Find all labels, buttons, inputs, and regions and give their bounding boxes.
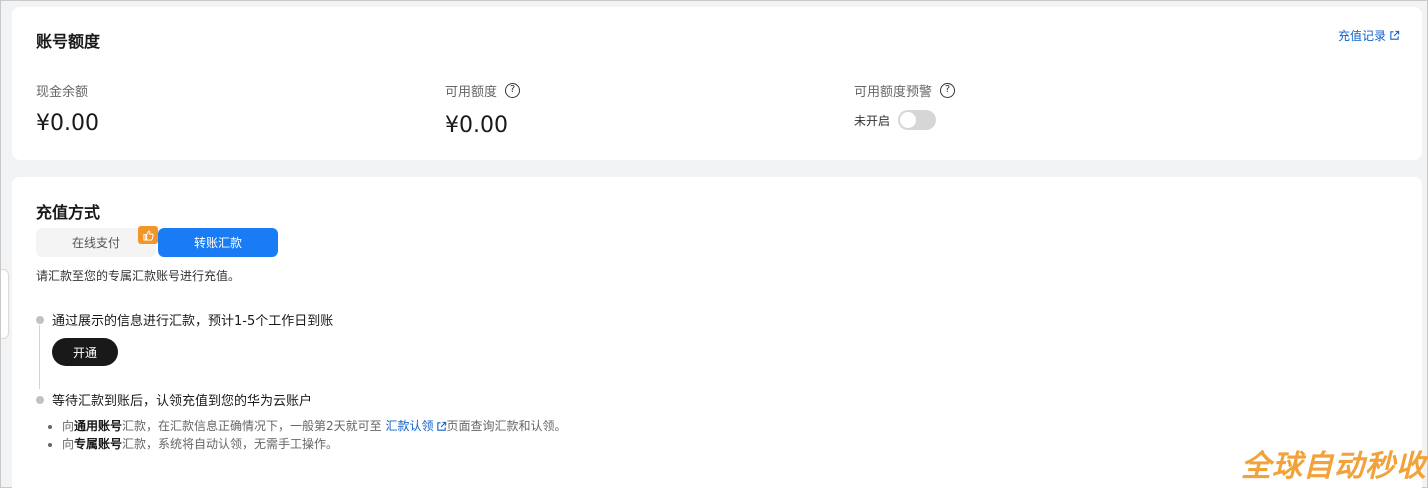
quota-alert-toggle[interactable] bbox=[898, 110, 937, 130]
quota-alert-label: 可用额度预警 bbox=[854, 85, 933, 100]
available-quota-value: ¥0.00 bbox=[445, 113, 508, 138]
tab-label: 在线支付 bbox=[71, 236, 120, 250]
open-button[interactable]: 开通 bbox=[52, 338, 118, 366]
step-transfer: 通过展示的信息进行汇款，预计1-5个工作日到账 bbox=[36, 310, 333, 329]
tab-label: 转账汇款 bbox=[193, 236, 242, 250]
recharge-method-card: 充值方式 在线支付 转账汇款 请汇款至您的专属汇款账号进行充值。 通过展示的信息… bbox=[12, 177, 1422, 488]
external-link-icon bbox=[1390, 30, 1400, 40]
remittance-claim-link[interactable]: 汇款认领 bbox=[385, 419, 446, 433]
cash-balance-value: ¥0.00 bbox=[36, 111, 99, 136]
tab-bank-transfer[interactable]: 转账汇款 bbox=[158, 228, 278, 257]
step-connector bbox=[39, 325, 40, 389]
quota-alert-metric: 可用额度预警 ? 未开启 bbox=[854, 81, 956, 130]
external-link-icon bbox=[436, 421, 446, 431]
side-drawer-handle[interactable] bbox=[1, 269, 9, 339]
recharge-history-link[interactable]: 充值记录 bbox=[1338, 27, 1400, 44]
general-account-label: 通用账号 bbox=[74, 419, 123, 433]
help-icon[interactable]: ? bbox=[940, 83, 956, 98]
cash-balance-metric: 现金余额 ¥0.00 bbox=[36, 81, 99, 136]
recharge-history-label: 充值记录 bbox=[1337, 29, 1386, 43]
tab-online-payment[interactable]: 在线支付 bbox=[36, 226, 158, 257]
step-text: 通过展示的信息进行汇款，预计1-5个工作日到账 bbox=[52, 314, 334, 329]
step-claim: 等待汇款到账后，认领充值到您的华为云账户 bbox=[36, 390, 312, 409]
quota-alert-status: 未开启 bbox=[854, 113, 891, 128]
card-title: 充值方式 bbox=[36, 203, 101, 222]
step-dot bbox=[36, 395, 44, 404]
dedicated-account-label: 专属账号 bbox=[74, 437, 123, 451]
transfer-hint: 请汇款至您的专属汇款账号进行充值。 bbox=[36, 269, 241, 283]
transfer-notes: 向通用账号汇款，在汇款信息正确情况下，一般第2天就可至 汇款认领页面查询汇款和认… bbox=[62, 419, 567, 455]
help-icon[interactable]: ? bbox=[505, 83, 521, 98]
list-item: 向专属账号汇款，系统将自动认领，无需手工操作。 bbox=[62, 437, 567, 451]
account-quota-card: 账号额度 充值记录 现金余额 ¥0.00 可用额度 ? ¥0.00 可用额度预警… bbox=[12, 7, 1422, 160]
available-quota-metric: 可用额度 ? ¥0.00 bbox=[445, 81, 521, 138]
step-dot bbox=[36, 315, 44, 324]
card-title: 账号额度 bbox=[36, 32, 101, 51]
thumbs-up-icon bbox=[138, 226, 158, 244]
step-text: 等待汇款到账后，认领充值到您的华为云账户 bbox=[52, 394, 313, 409]
watermark-text: 全球自动秒收 bbox=[1241, 449, 1427, 484]
list-item: 向通用账号汇款，在汇款信息正确情况下，一般第2天就可至 汇款认领页面查询汇款和认… bbox=[62, 419, 567, 433]
cash-balance-label: 现金余额 bbox=[36, 85, 89, 100]
recharge-method-tabs: 在线支付 转账汇款 bbox=[36, 226, 278, 257]
available-quota-label: 可用额度 bbox=[445, 85, 498, 100]
